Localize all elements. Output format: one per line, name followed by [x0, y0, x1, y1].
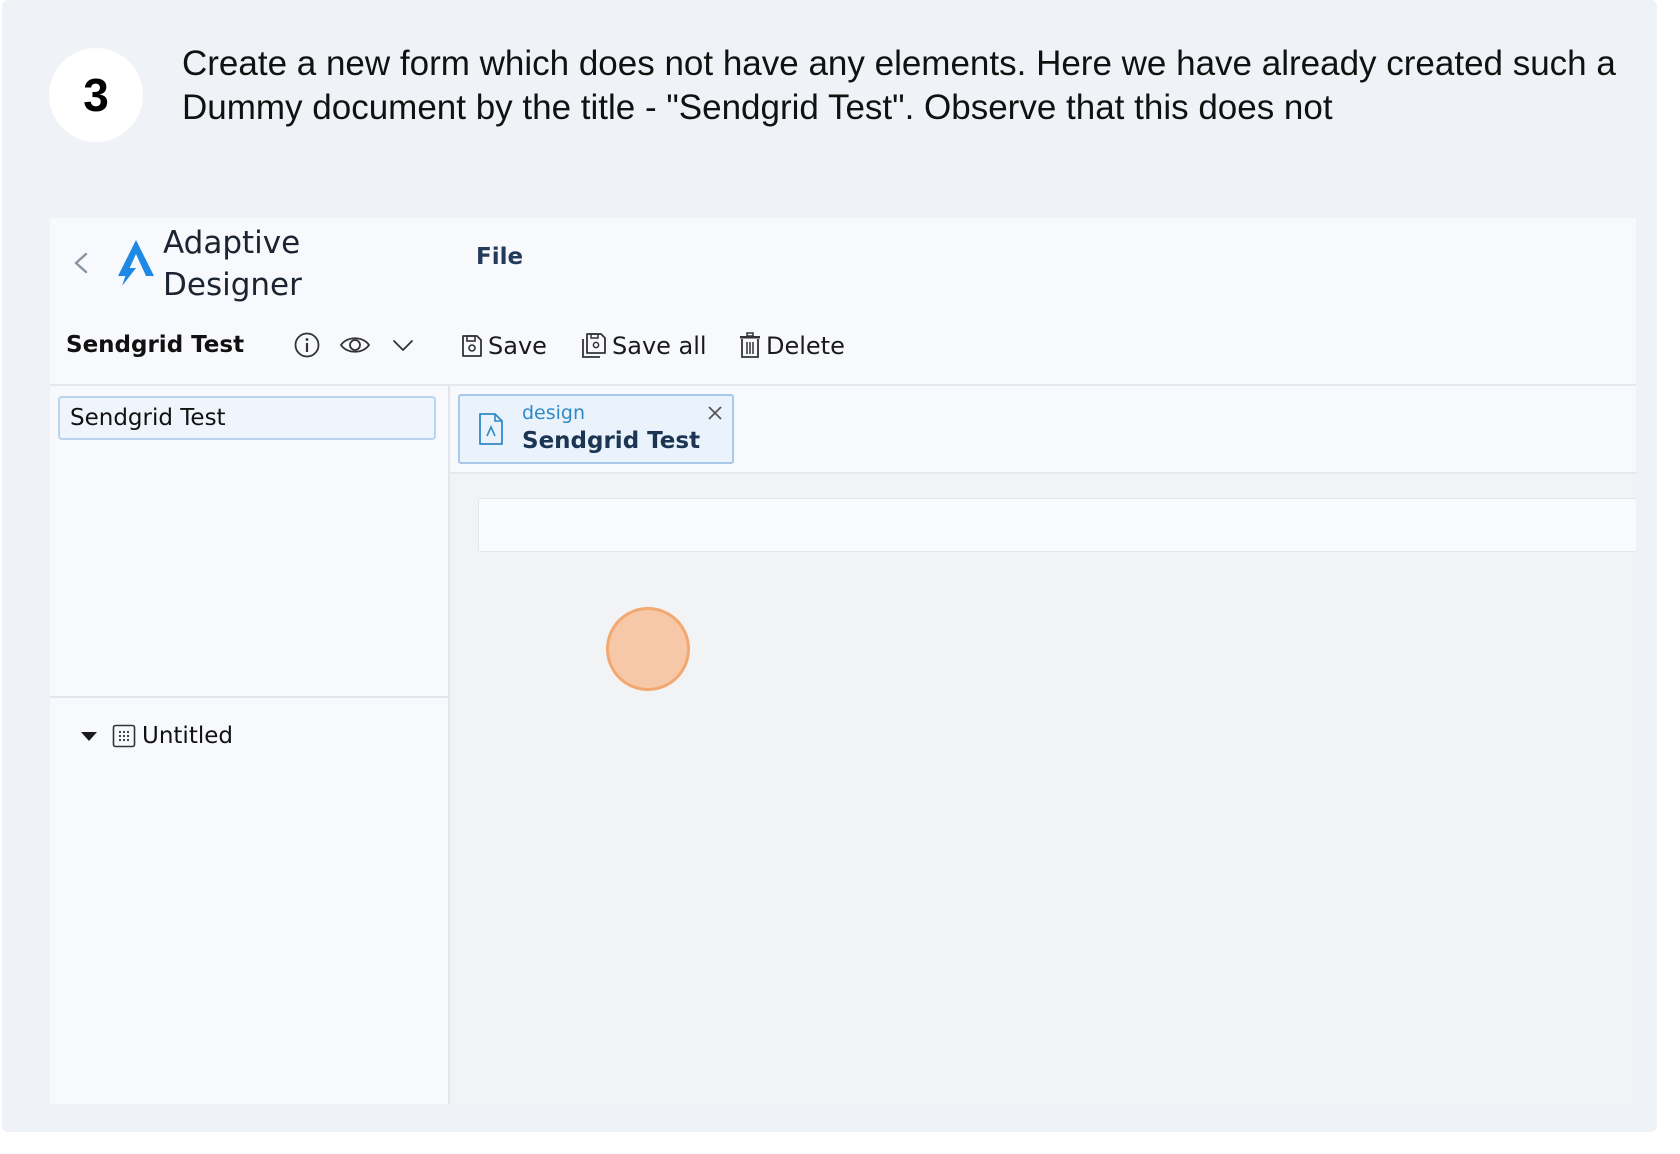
delete-label: Delete — [766, 332, 845, 360]
save-button[interactable]: Save — [460, 326, 547, 366]
tree-item-label: Untitled — [142, 723, 233, 749]
chevron-down-icon[interactable] — [386, 328, 420, 362]
tab-bar: design Sendgrid Test — [450, 386, 1636, 474]
save-all-icon — [582, 333, 606, 358]
step-number-badge: 3 — [49, 48, 143, 142]
close-icon[interactable] — [706, 404, 724, 422]
left-panel: Sendgrid Test Untitled — [50, 386, 450, 1104]
left-panel-divider — [50, 696, 448, 698]
eye-icon[interactable] — [338, 328, 372, 362]
step-instructions: Create a new form which does not have an… — [182, 44, 1616, 127]
design-file-icon — [479, 413, 503, 445]
save-icon — [462, 335, 482, 357]
menu-file[interactable]: File — [476, 244, 523, 270]
app-window: Adaptive Designer File Sendgrid Test Sav… — [50, 218, 1636, 1104]
delete-button[interactable]: Delete — [738, 326, 845, 366]
search-field-value: Sendgrid Test — [70, 405, 226, 431]
app-title: Adaptive Designer — [163, 222, 363, 306]
app-title-line1: Adaptive — [163, 225, 301, 261]
tab-sendgrid-test[interactable]: design Sendgrid Test — [458, 394, 734, 464]
form-grid-icon — [112, 724, 136, 748]
tab-name-label: Sendgrid Test — [522, 428, 701, 454]
empty-form-canvas[interactable] — [478, 498, 1636, 552]
app-header: Adaptive Designer File — [50, 218, 1636, 308]
save-label: Save — [488, 332, 547, 360]
caret-down-icon[interactable] — [80, 730, 98, 742]
click-indicator — [606, 607, 690, 691]
document-title: Sendgrid Test — [66, 332, 245, 358]
info-icon[interactable] — [290, 328, 324, 362]
save-all-label: Save all — [612, 332, 707, 360]
step-number: 3 — [83, 69, 109, 121]
document-toolbar: Sendgrid Test Save Save all Delete — [50, 326, 1636, 376]
adaptive-logo-icon — [118, 240, 154, 286]
editor-area: design Sendgrid Test — [450, 386, 1636, 1104]
document-search-field[interactable]: Sendgrid Test — [58, 396, 436, 440]
app-title-line2: Designer — [163, 267, 302, 303]
trash-icon — [740, 332, 760, 358]
tab-kind-label: design — [522, 402, 586, 424]
save-all-button[interactable]: Save all — [580, 326, 707, 366]
back-chevron-icon[interactable] — [70, 246, 92, 280]
tree-item-untitled[interactable]: Untitled — [80, 716, 233, 756]
